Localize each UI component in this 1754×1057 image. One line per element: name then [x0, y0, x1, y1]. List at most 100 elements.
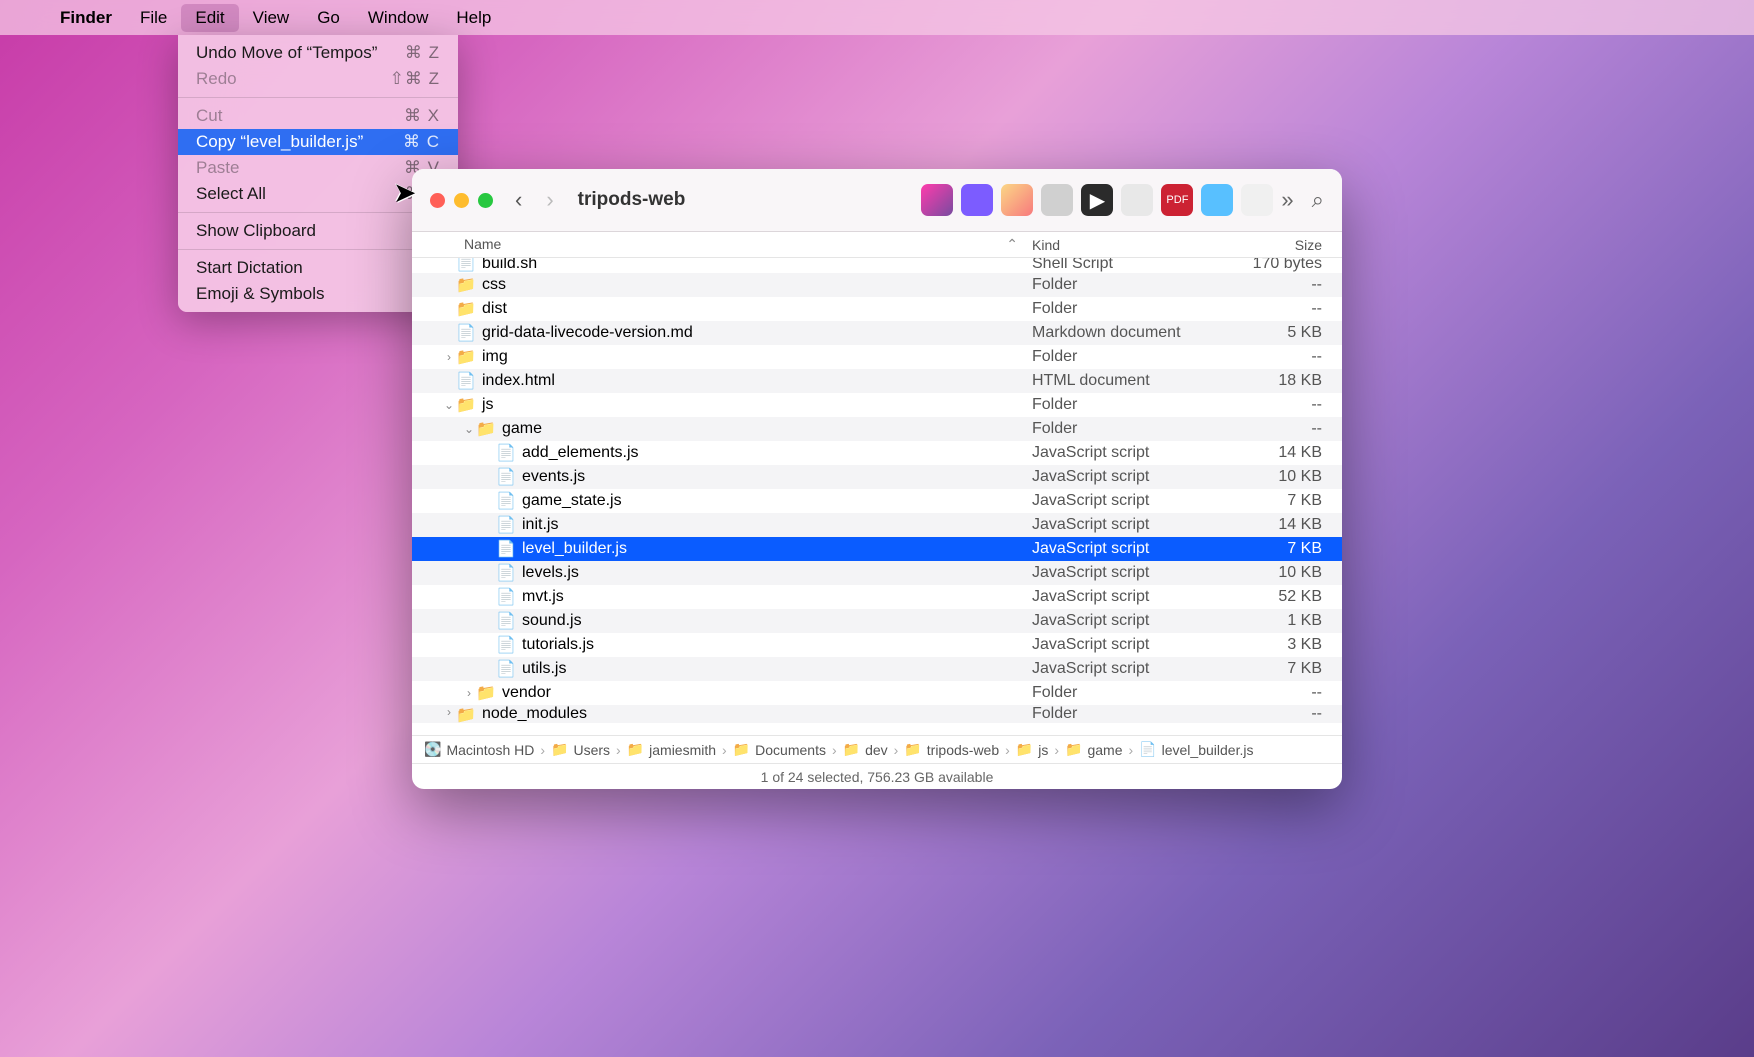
app-menu[interactable]: Finder — [46, 4, 126, 32]
chevron-right-icon: › — [1129, 742, 1134, 758]
file-list[interactable]: 📄build.shShell Script170 bytes📁cssFolder… — [412, 258, 1342, 735]
file-row[interactable]: 📄sound.jsJavaScript script1 KB — [412, 609, 1342, 633]
file-row[interactable]: 📄tutorials.jsJavaScript script3 KB — [412, 633, 1342, 657]
file-kind: JavaScript script — [1032, 660, 1232, 678]
folder-icon: 📁 — [456, 299, 476, 319]
file-row[interactable]: 📄index.htmlHTML document18 KB — [412, 369, 1342, 393]
file-menu[interactable]: File — [126, 4, 181, 32]
disclosure-arrow-icon[interactable]: › — [442, 350, 456, 364]
edit-menu[interactable]: Edit — [181, 4, 238, 32]
file-kind: Folder — [1032, 396, 1232, 414]
file-row[interactable]: ⌄📁jsFolder-- — [412, 393, 1342, 417]
path-segment[interactable]: 📁jamiesmith — [627, 741, 716, 758]
chevron-right-icon: › — [616, 742, 621, 758]
minimize-button[interactable] — [454, 193, 469, 208]
folder-icon: 📁 — [456, 275, 476, 295]
app-icon-3[interactable] — [1001, 184, 1033, 216]
file-icon: 📄 — [496, 587, 516, 607]
path-segment[interactable]: 📁js — [1016, 741, 1049, 758]
file-size: -- — [1232, 420, 1342, 438]
file-row[interactable]: 📄mvt.jsJavaScript script52 KB — [412, 585, 1342, 609]
app-icon-4[interactable] — [1041, 184, 1073, 216]
file-size: -- — [1232, 348, 1342, 366]
folder-icon[interactable] — [1201, 184, 1233, 216]
app-icon-6[interactable] — [1121, 184, 1153, 216]
disclosure-arrow-icon[interactable]: › — [442, 705, 456, 719]
file-kind: Folder — [1032, 420, 1232, 438]
path-icon: 📁 — [733, 741, 750, 758]
path-icon: 📄 — [1139, 741, 1156, 758]
file-row[interactable]: ›📁vendorFolder-- — [412, 681, 1342, 705]
path-segment[interactable]: 📄level_builder.js — [1139, 741, 1253, 758]
file-icon: 📄 — [496, 635, 516, 655]
file-row[interactable]: 📄init.jsJavaScript script14 KB — [412, 513, 1342, 537]
path-icon: 💽 — [424, 741, 441, 758]
file-row[interactable]: 📁distFolder-- — [412, 297, 1342, 321]
file-name: game_state.js — [522, 492, 1032, 510]
help-menu[interactable]: Help — [442, 4, 505, 32]
file-row[interactable]: 📄events.jsJavaScript script10 KB — [412, 465, 1342, 489]
maximize-button[interactable] — [478, 193, 493, 208]
disclosure-arrow-icon[interactable]: ⌄ — [462, 422, 476, 436]
file-row[interactable]: ›📁imgFolder-- — [412, 345, 1342, 369]
forward-button[interactable]: › — [546, 187, 553, 213]
sort-indicator-icon: ⌃ — [1006, 236, 1018, 253]
menu-item: Cut⌘ X — [178, 103, 458, 129]
path-segment[interactable]: 📁dev — [843, 741, 888, 758]
file-row[interactable]: 📄utils.jsJavaScript script7 KB — [412, 657, 1342, 681]
file-icon: 📄 — [456, 258, 476, 273]
path-segment[interactable]: 📁Documents — [733, 741, 826, 758]
column-name[interactable]: Name⌃ — [464, 236, 1032, 253]
app-icon-2[interactable] — [961, 184, 993, 216]
column-size[interactable]: Size — [1232, 237, 1342, 253]
app-icon-8[interactable] — [1241, 184, 1273, 216]
file-row[interactable]: ⌄📁gameFolder-- — [412, 417, 1342, 441]
path-segment[interactable]: 📁game — [1065, 741, 1122, 758]
go-menu[interactable]: Go — [303, 4, 354, 32]
view-menu[interactable]: View — [239, 4, 304, 32]
file-row[interactable]: 📄levels.jsJavaScript script10 KB — [412, 561, 1342, 585]
file-name: vendor — [502, 684, 1032, 702]
file-row[interactable]: 📄add_elements.jsJavaScript script14 KB — [412, 441, 1342, 465]
file-size: 5 KB — [1232, 324, 1342, 342]
path-label: js — [1038, 742, 1048, 758]
app-icon-5[interactable]: ▶ — [1081, 184, 1113, 216]
path-segment[interactable]: 📁Users — [551, 741, 610, 758]
path-segment[interactable]: 📁tripods-web — [904, 741, 999, 758]
file-name: tutorials.js — [522, 636, 1032, 654]
file-row[interactable]: 📄build.shShell Script170 bytes — [412, 258, 1342, 273]
file-name: events.js — [522, 468, 1032, 486]
file-row[interactable]: 📄level_builder.jsJavaScript script7 KB — [412, 537, 1342, 561]
menu-item[interactable]: Undo Move of “Tempos”⌘ Z — [178, 40, 458, 66]
disclosure-arrow-icon[interactable]: › — [462, 686, 476, 700]
file-row[interactable]: 📄game_state.jsJavaScript script7 KB — [412, 489, 1342, 513]
file-size: 170 bytes — [1232, 258, 1342, 273]
file-name: grid-data-livecode-version.md — [482, 324, 1032, 342]
more-tools-icon[interactable]: » — [1281, 187, 1293, 213]
window-menu[interactable]: Window — [354, 4, 442, 32]
file-row[interactable]: 📁cssFolder-- — [412, 273, 1342, 297]
chevron-right-icon: › — [1054, 742, 1059, 758]
file-row[interactable]: 📄 grid-data-livecode-version.mdMarkdown d… — [412, 321, 1342, 345]
disclosure-arrow-icon[interactable]: ⌄ — [442, 398, 456, 412]
file-icon: 📄 — [496, 563, 516, 583]
menu-item: Redo⇧⌘ Z — [178, 66, 458, 92]
path-label: tripods-web — [927, 742, 999, 758]
search-icon[interactable]: ⌕ — [1312, 187, 1324, 213]
close-button[interactable] — [430, 193, 445, 208]
path-segment[interactable]: 💽Macintosh HD — [424, 741, 534, 758]
window-title: tripods-web — [578, 189, 922, 211]
file-size: 7 KB — [1232, 492, 1342, 510]
file-icon: 📄 — [456, 323, 476, 343]
file-kind: Markdown document — [1032, 324, 1232, 342]
back-button[interactable]: ‹ — [515, 187, 522, 213]
menu-item[interactable]: Copy “level_builder.js”⌘ C — [178, 129, 458, 155]
file-name: js — [482, 396, 1032, 414]
file-size: -- — [1232, 396, 1342, 414]
file-row[interactable]: ›📁node_modulesFolder-- — [412, 705, 1342, 723]
path-label: game — [1087, 742, 1122, 758]
column-kind[interactable]: Kind — [1032, 237, 1232, 253]
file-name: img — [482, 348, 1032, 366]
app-icon-7[interactable]: PDF — [1161, 184, 1193, 216]
app-icon-1[interactable] — [921, 184, 953, 216]
